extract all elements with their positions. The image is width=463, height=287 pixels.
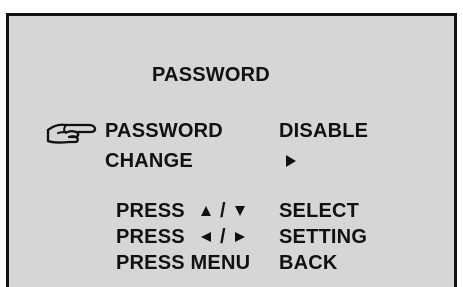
triangle-left-icon — [200, 231, 212, 243]
menu-item-change-label[interactable]: CHANGE — [105, 150, 193, 172]
triangle-right-icon[interactable] — [285, 154, 297, 168]
help-action-3: BACK — [279, 252, 338, 274]
triangle-right-icon — [234, 231, 246, 243]
help-prefix-1: PRESS — [116, 200, 185, 222]
help-action-1: SELECT — [279, 200, 360, 222]
help-prefix-3: PRESS MENU — [116, 252, 251, 274]
help-action-2: SETTING — [279, 226, 368, 248]
help-keys-1: / — [200, 200, 246, 222]
pointing-hand-icon — [46, 117, 100, 145]
menu-item-password-value[interactable]: DISABLE — [279, 120, 368, 142]
triangle-down-icon — [234, 205, 246, 217]
help-separator-1: / — [220, 200, 226, 222]
help-prefix-2: PRESS — [116, 226, 185, 248]
menu-item-password-label[interactable]: PASSWORD — [105, 120, 223, 142]
help-separator-2: / — [220, 226, 226, 248]
triangle-up-icon — [200, 205, 212, 217]
help-keys-2: / — [200, 226, 246, 248]
osd-password-menu: PASSWORD PASSWORD DISABLE CHANGE PRESS /… — [6, 13, 457, 287]
page-title: PASSWORD — [152, 64, 270, 86]
